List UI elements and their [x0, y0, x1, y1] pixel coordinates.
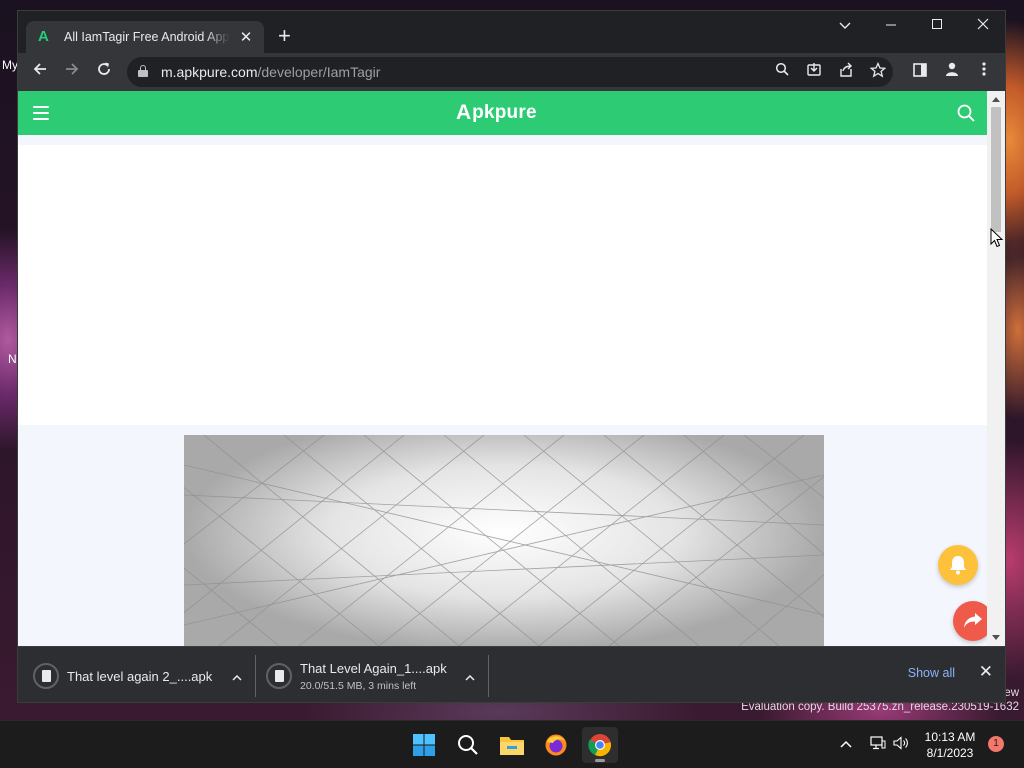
taskbar-clock[interactable]: 10:13 AM 8/1/2023	[915, 729, 985, 761]
notification-bell-button[interactable]	[938, 545, 978, 585]
scrollbar-thumb[interactable]	[991, 107, 1001, 232]
forward-button[interactable]	[61, 61, 83, 83]
download-filename: That Level Again_1....apk	[300, 660, 447, 676]
evaluation-watermark-top: ew	[1004, 687, 1019, 699]
tab-strip: A All IamTagir Free Android Apps & Games…	[18, 11, 1005, 53]
side-panel-icon[interactable]	[909, 61, 931, 83]
ad-placeholder	[18, 145, 989, 425]
volume-icon[interactable]	[893, 736, 909, 753]
page-scrollbar[interactable]	[987, 91, 1005, 646]
share-button[interactable]	[953, 601, 989, 641]
search-icon[interactable]	[772, 62, 792, 82]
chevron-up-icon[interactable]	[465, 669, 475, 684]
back-button[interactable]	[29, 61, 51, 83]
browser-window: A All IamTagir Free Android Apps & Games…	[17, 10, 1006, 703]
address-bar[interactable]: m.apkpure.com/developer/IamTagir	[127, 57, 893, 87]
url-text[interactable]: m.apkpure.com/developer/IamTagir	[161, 64, 380, 80]
download-item[interactable]: That level again 2_....apk	[33, 656, 242, 696]
desktop-icon-label[interactable]: My	[2, 58, 18, 72]
notification-count-badge[interactable]: 1	[988, 736, 1004, 752]
close-window-button[interactable]	[968, 17, 998, 33]
page-viewport: A pkpure	[18, 91, 989, 646]
network-icon[interactable]	[870, 736, 886, 753]
close-download-shelf-icon[interactable]: ✕	[979, 662, 993, 682]
apkpure-favicon-icon: A	[38, 28, 49, 45]
scroll-down-arrow-icon[interactable]	[992, 635, 1000, 640]
tab-apkpure[interactable]: A All IamTagir Free Android Apps & Games…	[26, 21, 264, 53]
browser-toolbar: m.apkpure.com/developer/IamTagir	[18, 53, 1005, 91]
file-icon	[33, 663, 59, 689]
site-search-icon[interactable]	[957, 104, 975, 122]
file-progress-icon	[266, 663, 292, 689]
download-divider	[488, 655, 489, 697]
tab-search-dropdown-icon[interactable]	[830, 17, 860, 33]
profile-icon[interactable]	[941, 61, 963, 83]
maximize-button[interactable]	[922, 17, 952, 33]
file-explorer-icon[interactable]	[494, 727, 530, 763]
download-filename: That level again 2_....apk	[67, 668, 213, 684]
apkpure-logo[interactable]: A pkpure	[456, 101, 537, 124]
windows-start-icon[interactable]	[406, 727, 442, 763]
tray-overflow-chevron-icon[interactable]	[840, 736, 852, 751]
tab-title: All IamTagir Free Android Apps & Games	[64, 30, 230, 44]
chrome-icon[interactable]	[582, 727, 618, 763]
mouse-cursor-icon	[990, 228, 1004, 248]
hamburger-menu-icon[interactable]	[33, 106, 49, 120]
download-divider	[255, 655, 256, 697]
new-tab-button[interactable]: +	[278, 25, 291, 47]
chevron-up-icon[interactable]	[232, 669, 242, 684]
show-all-downloads-link[interactable]: Show all	[908, 666, 955, 680]
share-icon[interactable]	[836, 62, 856, 82]
menu-kebab-icon[interactable]	[973, 61, 995, 83]
apkpure-header: A pkpure	[18, 91, 989, 135]
developer-banner-image	[184, 435, 824, 646]
taskbar-search-icon[interactable]	[450, 727, 486, 763]
download-shelf: That level again 2_....apk That Level Ag…	[18, 646, 1005, 702]
reload-button[interactable]	[93, 61, 115, 83]
install-app-icon[interactable]	[804, 62, 824, 82]
desktop-icon-label[interactable]: N	[8, 352, 17, 366]
clock-time: 10:13 AM	[924, 730, 976, 744]
clock-date: 8/1/2023	[926, 746, 974, 760]
lock-icon[interactable]	[138, 65, 148, 77]
download-item[interactable]: That Level Again_1....apk 20.0/51.5 MB, …	[266, 656, 475, 696]
download-progress-text: 20.0/51.5 MB, 3 mins left	[300, 679, 417, 692]
firefox-icon[interactable]	[538, 727, 574, 763]
tab-close-icon[interactable]: ✕	[238, 28, 254, 46]
minimize-button[interactable]	[876, 17, 906, 33]
bookmark-star-icon[interactable]	[868, 61, 888, 82]
scroll-up-arrow-icon[interactable]	[992, 97, 1000, 102]
windows-taskbar: 10:13 AM 8/1/2023 1	[0, 720, 1024, 768]
